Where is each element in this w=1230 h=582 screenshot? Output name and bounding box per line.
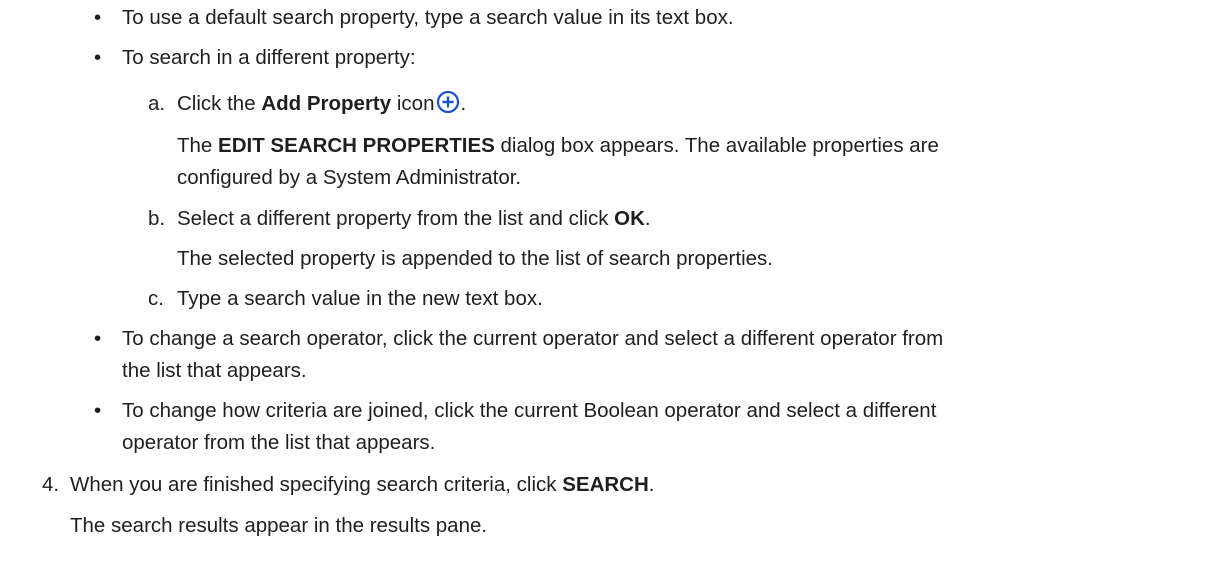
step-b-note: The selected property is appended to the… [177,247,773,270]
add-property-label: Add Property [261,92,392,115]
edit-search-properties-label: EDIT SEARCH PROPERTIES [218,134,495,157]
step-a-note-line1: The EDIT SEARCH PROPERTIES dialog box ap… [177,134,939,157]
add-property-icon [436,90,460,123]
bullet-different-property: To search in a different property: [122,46,416,69]
bullet-change-join-line1: To change how criteria are joined, click… [122,399,937,422]
step-a-note-line2: configured by a System Administrator. [177,166,522,189]
step-4-marker: 4. [42,473,60,496]
bullet-marker: • [94,46,102,69]
document-page: • To use a default search property, type… [0,0,1230,582]
bullet-default-search: To use a default search property, type a… [122,6,734,29]
step-a-marker: a. [148,92,166,115]
step-4-text: When you are finished specifying search … [70,473,655,496]
step-b-text: Select a different property from the lis… [177,207,651,230]
bullet-marker: • [94,327,102,350]
search-label: SEARCH [562,473,649,496]
step-c-text: Type a search value in the new text box. [177,287,543,310]
bullet-marker: • [94,399,102,422]
step-4-note: The search results appear in the results… [70,514,488,537]
bullet-change-join-line2: operator from the list that appears. [122,431,436,454]
step-b-marker: b. [148,207,166,230]
bullet-change-operator-line2: the list that appears. [122,359,307,382]
step-c-marker: c. [148,287,164,310]
bullet-marker: • [94,6,102,29]
bullet-change-operator-line1: To change a search operator, click the c… [122,327,944,350]
step-a-text: Click the Add Property icon. [177,89,466,123]
ok-label: OK [614,207,645,230]
